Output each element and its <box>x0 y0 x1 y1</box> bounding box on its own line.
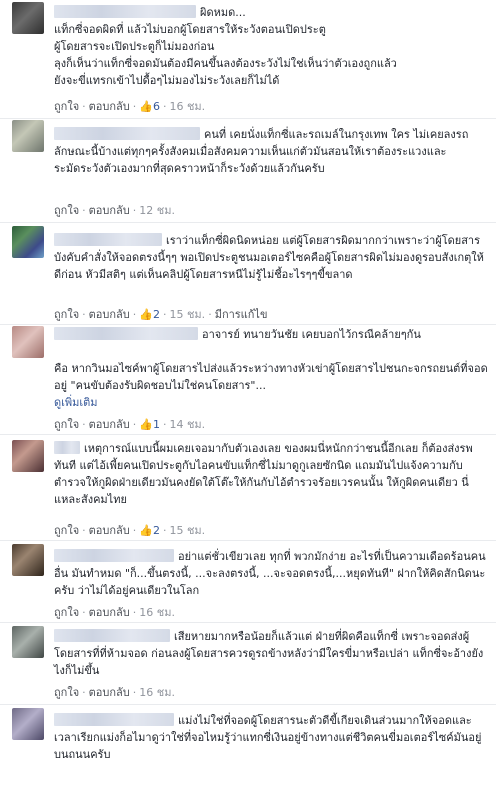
comment-actions: ถูกใจ · ตอบกลับ · 👍2 · 15 ชม. · มีการแก้ไข <box>54 308 268 321</box>
commenter-name[interactable] <box>54 713 174 726</box>
comment-body: เราว่าแท็กซี่ผิดนิดหน่อย แต่ผู้โดยสารผิด… <box>54 232 488 283</box>
comment-body: คนที่ เคยนั่งแท็กซี่และรถเมล์ในกรุงเทพ ใ… <box>54 126 488 177</box>
divider <box>0 622 496 623</box>
reply-link[interactable]: ตอบกลับ <box>89 418 130 431</box>
commenter-name[interactable] <box>54 233 162 246</box>
avatar[interactable] <box>12 2 44 34</box>
comment-body: ผิดหมด... แท็กซี่จอดผิดที่ แล้วไม่บอกผู้… <box>54 4 488 89</box>
avatar[interactable] <box>12 708 44 740</box>
reply-link[interactable]: ตอบกลับ <box>89 606 130 619</box>
commenter-name[interactable] <box>54 441 80 454</box>
like-link[interactable]: ถูกใจ <box>54 308 79 321</box>
commenter-name[interactable] <box>54 549 174 562</box>
comment-actions: ถูกใจ · ตอบกลับ · 12 ชม. <box>54 204 175 217</box>
edited-link[interactable]: มีการแก้ไข <box>215 308 268 321</box>
thumbs-up-icon[interactable]: 👍 <box>139 100 153 113</box>
reply-link[interactable]: ตอบกลับ <box>89 100 130 113</box>
avatar[interactable] <box>12 544 44 576</box>
see-more-link[interactable]: ดูเพิ่มเติม <box>54 396 98 409</box>
like-count[interactable]: 6 <box>153 100 160 113</box>
comment-actions: ถูกใจ · ตอบกลับ · 16 ชม. <box>54 606 175 619</box>
divider <box>0 540 496 541</box>
commenter-name[interactable] <box>54 127 200 140</box>
timestamp[interactable]: 16 ชม. <box>139 606 175 619</box>
divider <box>0 324 496 325</box>
reply-link[interactable]: ตอบกลับ <box>89 308 130 321</box>
avatar[interactable] <box>12 626 44 658</box>
like-link[interactable]: ถูกใจ <box>54 418 79 431</box>
comment-body: อย่าแต่ชั่วเขียวเลย ทุกที่ พวกมักง่าย อะ… <box>54 548 488 599</box>
avatar[interactable] <box>12 226 44 258</box>
comment-actions: ถูกใจ · ตอบกลับ · 👍2 · 15 ชม. <box>54 524 206 537</box>
timestamp[interactable]: 16 ชม. <box>169 100 205 113</box>
timestamp[interactable]: 16 ชม. <box>139 686 175 699</box>
like-link[interactable]: ถูกใจ <box>54 204 79 217</box>
divider <box>0 704 496 705</box>
comment-actions: ถูกใจ · ตอบกลับ · 16 ชม. <box>54 686 175 699</box>
avatar[interactable] <box>12 326 44 358</box>
comment-body: แม่งไม่ใช่ที่จอดผู้โดยสารนะตัวดีขี้เกียจ… <box>54 712 488 763</box>
avatar[interactable] <box>12 440 44 472</box>
reply-link[interactable]: ตอบกลับ <box>89 524 130 537</box>
like-link[interactable]: ถูกใจ <box>54 524 79 537</box>
like-count[interactable]: 2 <box>153 308 160 321</box>
comment-body: เหตุการณ์แบบนี้ผมเคยเจอมากับตัวเองเลย ขอ… <box>54 440 488 508</box>
like-link[interactable]: ถูกใจ <box>54 686 79 699</box>
thumbs-up-icon[interactable]: 👍 <box>139 524 153 537</box>
timestamp[interactable]: 12 ชม. <box>139 204 175 217</box>
reply-link[interactable]: ตอบกลับ <box>89 204 130 217</box>
comment-body: อาจารย์ ทนายวันชัย เคยบอกไว้กรณีคล้ายๆกั… <box>54 326 488 411</box>
commenter-name[interactable] <box>54 629 170 642</box>
timestamp[interactable]: 15 ชม. <box>169 308 205 321</box>
commenter-name[interactable] <box>54 327 198 340</box>
timestamp[interactable]: 15 ชม. <box>169 524 205 537</box>
reply-link[interactable]: ตอบกลับ <box>89 686 130 699</box>
like-count[interactable]: 2 <box>153 524 160 537</box>
like-link[interactable]: ถูกใจ <box>54 606 79 619</box>
commenter-name[interactable] <box>54 5 196 18</box>
comment-body: เสียหายมากหรือน้อยก็แล้วแต่ ฝ่ายที่ผิดคื… <box>54 628 488 679</box>
comment-actions: ถูกใจ · ตอบกลับ · 👍1 · 14 ชม. <box>54 418 206 431</box>
comment-text: แท็กซี่จอดผิดที่ แล้วไม่บอกผู้โดยสารให้ร… <box>54 23 397 87</box>
divider <box>0 222 496 223</box>
thumbs-up-icon[interactable]: 👍 <box>139 308 153 321</box>
divider <box>0 118 496 119</box>
like-link[interactable]: ถูกใจ <box>54 100 79 113</box>
like-count[interactable]: 1 <box>153 418 160 431</box>
thumbs-up-icon[interactable]: 👍 <box>139 418 153 431</box>
comment-text: เหตุการณ์แบบนี้ผมเคยเจอมากับตัวเองเลย ขอ… <box>54 442 473 506</box>
comments-feed: ผิดหมด... แท็กซี่จอดผิดที่ แล้วไม่บอกผู้… <box>0 0 496 792</box>
comment-actions: ถูกใจ · ตอบกลับ · 👍6 · 16 ชม. <box>54 100 206 113</box>
divider <box>0 434 496 435</box>
avatar[interactable] <box>12 120 44 152</box>
timestamp[interactable]: 14 ชม. <box>169 418 205 431</box>
comment-lead: ผิดหมด... <box>200 6 246 19</box>
